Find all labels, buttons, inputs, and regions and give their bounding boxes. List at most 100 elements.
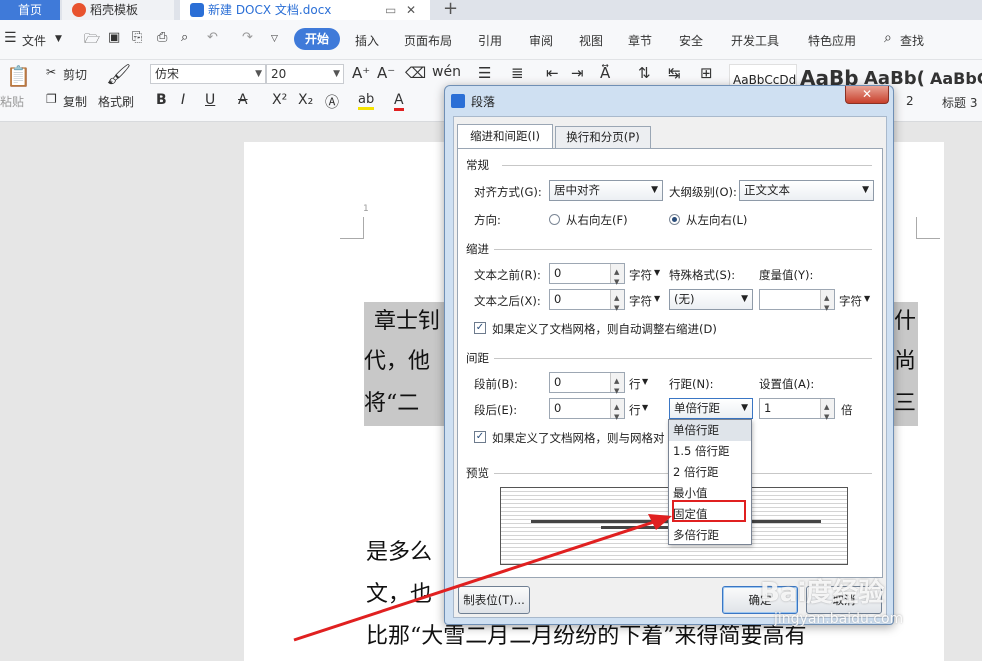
chevron-down-icon[interactable]: ▼ — [642, 403, 648, 412]
rtl-label[interactable]: 从右向左(F) — [566, 212, 628, 228]
grid-align-label[interactable]: 如果定义了文档网格，则与网格对 — [492, 430, 665, 446]
spinner-icon[interactable] — [820, 398, 834, 427]
menu-feature-apps[interactable]: 特色应用 — [808, 32, 856, 49]
spinner-icon[interactable] — [820, 289, 834, 318]
line-spacing-select[interactable]: 单倍行距 ▼ — [669, 398, 753, 419]
after-text-unit[interactable]: 字符 — [629, 293, 652, 309]
strikethrough-icon[interactable]: A — [238, 92, 248, 108]
cut-button[interactable]: 剪切 — [63, 66, 87, 83]
phonetic-icon[interactable]: wén — [432, 64, 461, 80]
menu-page-layout[interactable]: 页面布局 — [404, 32, 452, 49]
menu-security[interactable]: 安全 — [679, 32, 703, 49]
menu-chapter[interactable]: 章节 — [628, 32, 652, 49]
menu-dev-tools[interactable]: 开发工具 — [731, 32, 779, 49]
bullet-list-icon[interactable]: ☰ — [478, 64, 491, 82]
copy-button[interactable]: 复制 — [63, 93, 87, 110]
dialog-close-button[interactable]: ✕ — [845, 86, 889, 104]
font-color-icon[interactable]: A — [394, 92, 404, 111]
numbered-list-icon[interactable]: ≣ — [511, 64, 524, 82]
tab-daoke-templates[interactable]: 稻壳模板 — [62, 0, 174, 20]
chevron-down-icon[interactable]: ▼ — [864, 294, 870, 303]
spinner-icon[interactable] — [610, 398, 624, 427]
auto-adjust-label[interactable]: 如果定义了文档网格，则自动调整右缩进(D) — [492, 321, 717, 337]
close-icon[interactable]: ✕ — [406, 0, 416, 20]
tab-home[interactable]: 首页 — [0, 0, 60, 20]
print-preview-icon[interactable]: ⌕ — [181, 30, 188, 45]
cut-icon[interactable]: ✂ — [46, 65, 56, 79]
menu-insert[interactable]: 插入 — [355, 32, 379, 49]
border-icon[interactable]: ⊞ — [700, 64, 713, 82]
alignment-select[interactable]: 居中对齐 ▼ — [549, 180, 663, 201]
option-1-5[interactable]: 1.5 倍行距 — [669, 441, 751, 462]
increase-indent-icon[interactable]: ⇥ — [571, 64, 584, 82]
menu-file[interactable]: 文件 — [22, 32, 46, 49]
style-heading3-preview[interactable]: AaBbC — [930, 69, 982, 88]
spinner-icon[interactable] — [610, 289, 624, 318]
highlight-icon[interactable]: ab — [358, 92, 375, 110]
before-text-input[interactable]: 0 — [549, 263, 625, 292]
menu-search[interactable]: 查找 — [900, 32, 924, 49]
grid-align-checkbox[interactable]: ✓ — [474, 431, 486, 443]
space-after-unit[interactable]: 行 — [629, 402, 641, 418]
font-family-select[interactable]: 仿宋 ▼ — [150, 64, 266, 84]
space-before-unit[interactable]: 行 — [629, 376, 641, 392]
format-painter-icon[interactable]: 🖌 — [106, 62, 131, 86]
before-text-unit[interactable]: 字符 — [629, 267, 652, 283]
option-multiple[interactable]: 多倍行距 — [669, 525, 751, 546]
save-icon[interactable]: ▣ — [108, 30, 120, 45]
pin-icon[interactable]: ▭ — [385, 0, 396, 20]
menu-reference[interactable]: 引用 — [478, 32, 502, 49]
text-effect-icon[interactable]: Ⓐ — [325, 92, 339, 112]
space-after-input[interactable]: 0 — [549, 398, 625, 427]
chevron-down-icon[interactable]: ▼ — [642, 377, 648, 386]
option-single[interactable]: 单倍行距 — [669, 420, 751, 441]
auto-adjust-checkbox[interactable]: ✓ — [474, 322, 486, 334]
space-before-input[interactable]: 0 — [549, 372, 625, 401]
subscript-icon[interactable]: X₂ — [298, 92, 313, 108]
chevron-down-icon[interactable]: ▼ — [654, 294, 660, 303]
menu-start[interactable]: 开始 — [294, 28, 340, 50]
chevron-down-icon[interactable]: ▼ — [654, 268, 660, 277]
superscript-icon[interactable]: X² — [272, 92, 287, 108]
menu-view[interactable]: 视图 — [579, 32, 603, 49]
underline-icon[interactable]: U — [205, 92, 215, 108]
chevron-down-icon[interactable]: ▼ — [55, 34, 62, 44]
chinese-layout-icon[interactable]: A⃡ — [600, 64, 610, 82]
print-icon[interactable]: ⎙ — [157, 30, 167, 45]
tab-line-page-breaks[interactable]: 换行和分页(P) — [555, 126, 651, 148]
shrink-font-icon[interactable]: A⁻ — [377, 64, 395, 82]
redo-icon[interactable]: ↷ — [242, 30, 253, 45]
grow-font-icon[interactable]: A⁺ — [352, 64, 370, 82]
after-text-input[interactable]: 0 — [549, 289, 625, 318]
open-icon[interactable]: 🗁 — [84, 30, 100, 52]
new-tab-icon[interactable]: + — [443, 0, 458, 19]
outline-level-select[interactable]: 正文文本 ▼ — [739, 180, 874, 201]
format-painter-button[interactable]: 格式刷 — [98, 93, 134, 110]
clear-format-icon[interactable]: ⌫ — [405, 64, 426, 82]
tab-document[interactable]: 新建 DOCX 文档.docx ▭ ✕ — [180, 0, 430, 20]
menu-review[interactable]: 审阅 — [529, 32, 553, 49]
tab-indent-spacing[interactable]: 缩进和间距(I) — [457, 124, 553, 148]
special-format-select[interactable]: (无) ▼ — [669, 289, 753, 310]
spinner-icon[interactable] — [610, 372, 624, 401]
measure-input[interactable] — [759, 289, 835, 318]
customize-icon[interactable]: ▽ — [271, 34, 278, 44]
export-icon[interactable]: ⎘ — [132, 30, 142, 45]
decrease-indent-icon[interactable]: ⇤ — [546, 64, 559, 82]
tab-stops-button[interactable]: 制表位(T)... — [458, 586, 530, 614]
ltr-label[interactable]: 从左向右(L) — [686, 212, 747, 228]
ltr-radio[interactable] — [669, 214, 680, 225]
rtl-radio[interactable] — [549, 214, 560, 225]
sort-icon[interactable]: ⇅ — [638, 64, 651, 82]
font-size-select[interactable]: 20 ▼ — [266, 64, 344, 84]
show-marks-icon[interactable]: ↹ — [668, 64, 681, 82]
spinner-icon[interactable] — [610, 263, 624, 292]
set-value-input[interactable]: 1 — [759, 398, 835, 427]
option-double[interactable]: 2 倍行距 — [669, 462, 751, 483]
search-icon[interactable]: ⌕ — [884, 30, 892, 46]
bold-icon[interactable]: B — [156, 92, 167, 108]
paste-label[interactable]: 粘贴 — [0, 93, 24, 110]
copy-icon[interactable]: ❐ — [46, 92, 57, 106]
paste-icon[interactable]: 📋 — [6, 64, 31, 88]
measure-unit[interactable]: 字符 — [839, 293, 862, 309]
